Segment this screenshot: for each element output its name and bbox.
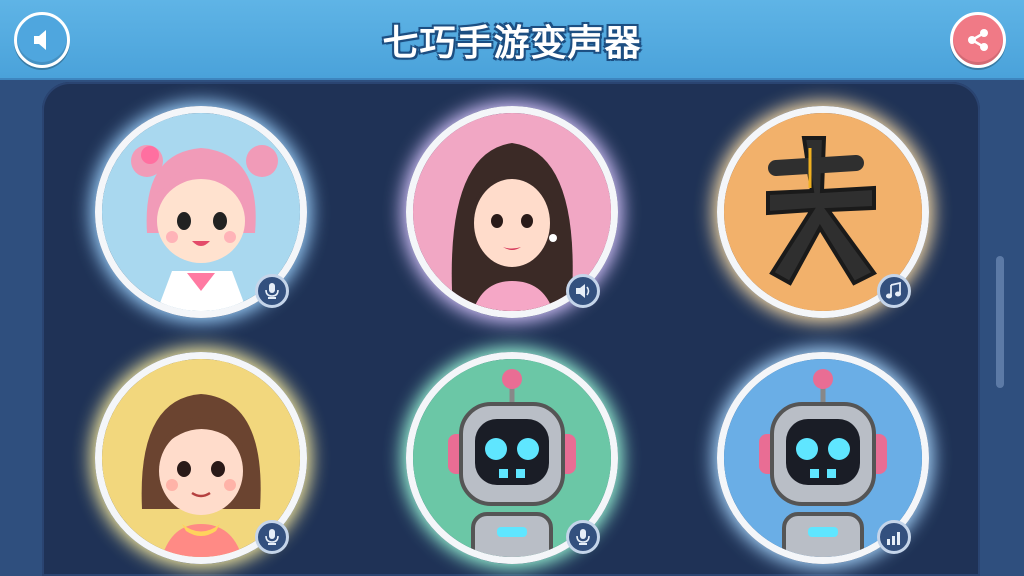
signal-bars-icon	[887, 532, 900, 545]
voice-card-pink-hair-girl[interactable]	[95, 106, 307, 318]
microphone-icon	[265, 529, 279, 545]
voice-type-badge	[255, 274, 289, 308]
microphone-icon	[576, 529, 590, 545]
top-bar: 七巧手游变声器	[0, 0, 1024, 80]
scrollbar-thumb[interactable]	[996, 256, 1004, 388]
voice-card-long-hair-woman[interactable]	[406, 106, 618, 318]
share-icon	[968, 29, 988, 51]
music-note-icon	[886, 282, 901, 299]
voice-type-badge	[566, 274, 600, 308]
voice-card-robot-blue[interactable]	[717, 352, 929, 564]
voice-card-glyph[interactable]	[717, 106, 929, 318]
voice-type-badge	[566, 520, 600, 554]
share-button[interactable]	[950, 12, 1006, 68]
speaker-voice-icon	[576, 284, 590, 298]
voice-type-badge	[255, 520, 289, 554]
microphone-icon	[265, 283, 279, 299]
voice-card-robot-green[interactable]	[406, 352, 618, 564]
voice-type-badge	[877, 520, 911, 554]
page-title: 七巧手游变声器	[382, 23, 642, 64]
voice-type-badge	[877, 274, 911, 308]
voice-card-short-hair-girl[interactable]	[95, 352, 307, 564]
